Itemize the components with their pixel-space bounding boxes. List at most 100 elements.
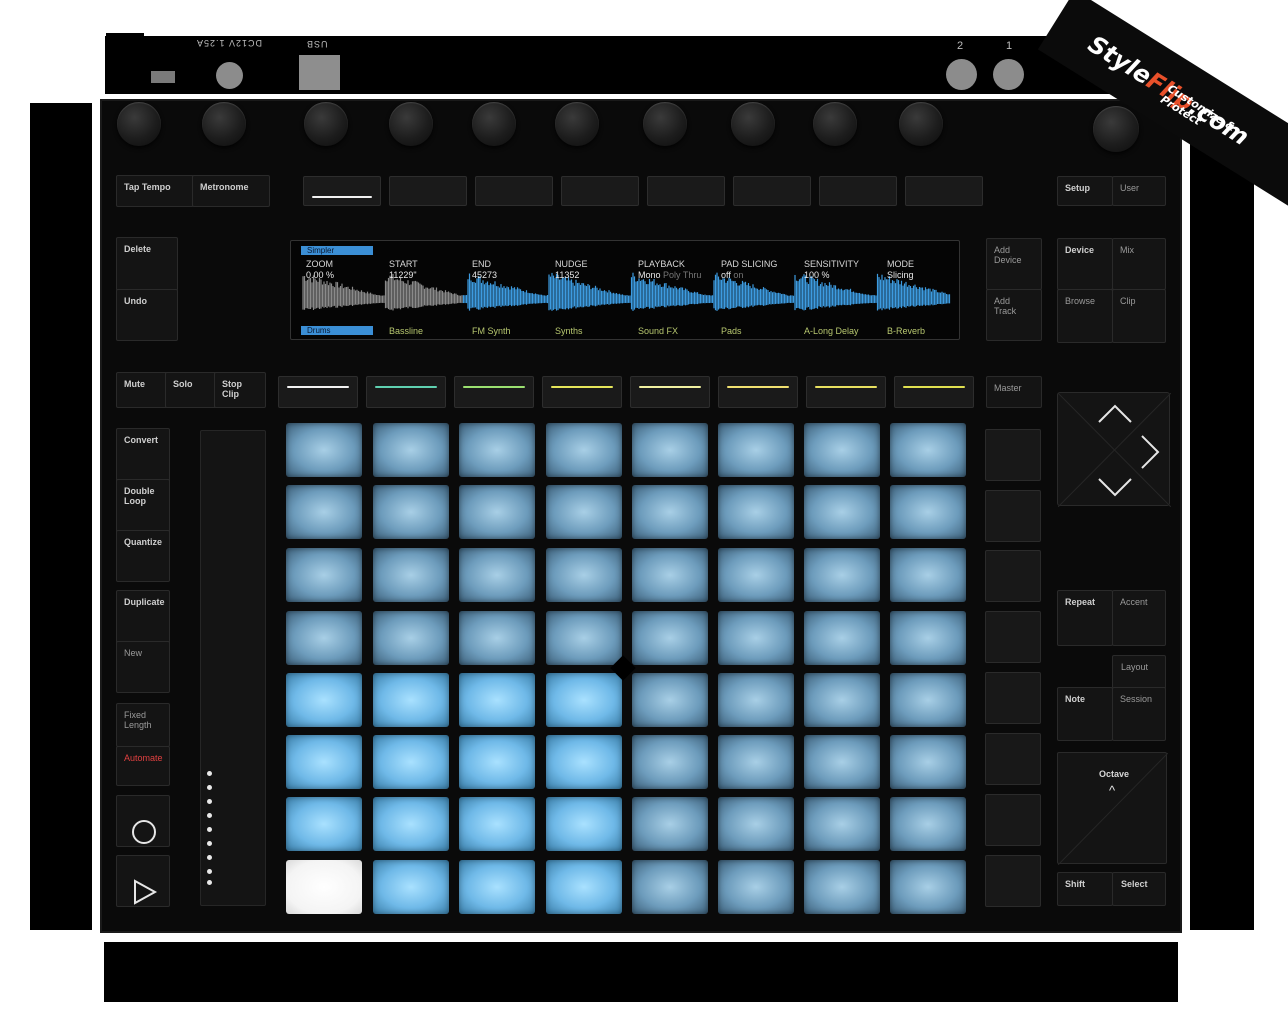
pad[interactable] xyxy=(718,611,794,665)
add-device-button[interactable]: Add Device xyxy=(986,238,1042,290)
pad[interactable] xyxy=(804,548,880,602)
track-select-button-5[interactable] xyxy=(630,376,710,408)
upper-display-button-3[interactable] xyxy=(475,176,553,206)
pad[interactable] xyxy=(459,860,535,914)
scene-button-7[interactable] xyxy=(985,794,1041,846)
pedal-1-jack[interactable] xyxy=(993,59,1024,90)
mute-button[interactable]: Mute xyxy=(116,372,168,408)
pad[interactable] xyxy=(632,423,708,477)
record-button[interactable] xyxy=(116,795,170,847)
encoder-5-knob[interactable] xyxy=(643,102,687,146)
pad[interactable] xyxy=(373,673,449,727)
double-loop-button[interactable]: Double Loop xyxy=(116,479,170,535)
pad[interactable] xyxy=(718,548,794,602)
encoder-8-knob[interactable] xyxy=(899,102,943,146)
touch-strip[interactable] xyxy=(200,430,266,906)
new-button[interactable]: New xyxy=(116,641,170,693)
pad[interactable] xyxy=(890,548,966,602)
pad[interactable] xyxy=(373,797,449,851)
upper-display-button-2[interactable] xyxy=(389,176,467,206)
pad[interactable] xyxy=(718,673,794,727)
pad[interactable] xyxy=(546,860,622,914)
pad[interactable] xyxy=(804,735,880,789)
pedal-2-jack[interactable] xyxy=(946,59,977,90)
encoder-4-knob[interactable] xyxy=(555,102,599,146)
pad[interactable] xyxy=(546,611,622,665)
scene-button-6[interactable] xyxy=(985,733,1041,785)
delete-button[interactable]: Delete xyxy=(116,237,178,291)
pad[interactable] xyxy=(286,797,362,851)
pad[interactable] xyxy=(459,735,535,789)
pad[interactable] xyxy=(890,423,966,477)
pad[interactable] xyxy=(459,797,535,851)
stop-clip-button[interactable]: Stop Clip xyxy=(214,372,266,408)
octave-button[interactable]: Octave ^ xyxy=(1057,752,1168,865)
pad[interactable] xyxy=(459,611,535,665)
mix-button[interactable]: Mix xyxy=(1112,238,1166,290)
pad[interactable] xyxy=(373,548,449,602)
play-button[interactable] xyxy=(116,855,170,907)
pad[interactable] xyxy=(804,797,880,851)
browse-button[interactable]: Browse xyxy=(1057,289,1113,343)
upper-display-button-6[interactable] xyxy=(733,176,811,206)
pad[interactable] xyxy=(718,735,794,789)
scene-button-8[interactable] xyxy=(985,855,1041,907)
pad[interactable] xyxy=(718,423,794,477)
pad[interactable] xyxy=(286,611,362,665)
pad[interactable] xyxy=(459,423,535,477)
pad[interactable] xyxy=(718,860,794,914)
pad[interactable] xyxy=(632,673,708,727)
pad[interactable] xyxy=(373,611,449,665)
pad[interactable] xyxy=(546,423,622,477)
pad[interactable] xyxy=(632,611,708,665)
track-select-button-1[interactable] xyxy=(278,376,358,408)
pad[interactable] xyxy=(459,548,535,602)
master-volume-knob[interactable] xyxy=(1093,106,1139,152)
upper-display-button-5[interactable] xyxy=(647,176,725,206)
scene-button-3[interactable] xyxy=(985,550,1041,602)
encoder-1-knob[interactable] xyxy=(304,102,348,146)
pad[interactable] xyxy=(373,735,449,789)
pad[interactable] xyxy=(804,485,880,539)
pad[interactable] xyxy=(373,485,449,539)
scene-button-5[interactable] xyxy=(985,672,1041,724)
usb-port[interactable] xyxy=(299,55,340,90)
pad[interactable] xyxy=(546,735,622,789)
track-select-button-7[interactable] xyxy=(806,376,886,408)
setup-button[interactable]: Setup xyxy=(1057,176,1113,206)
pad[interactable] xyxy=(459,673,535,727)
quantize-button[interactable]: Quantize xyxy=(116,530,170,582)
user-button[interactable]: User xyxy=(1112,176,1166,206)
device-button[interactable]: Device xyxy=(1057,238,1113,290)
pad[interactable] xyxy=(804,423,880,477)
pad[interactable] xyxy=(632,735,708,789)
tap-tempo-button[interactable]: Tap Tempo xyxy=(116,175,194,207)
shift-button[interactable]: Shift xyxy=(1057,872,1113,906)
tempo-knob[interactable] xyxy=(117,102,161,146)
upper-display-button-1[interactable] xyxy=(303,176,381,206)
encoder-7-knob[interactable] xyxy=(813,102,857,146)
upper-display-button-7[interactable] xyxy=(819,176,897,206)
encoder-6-knob[interactable] xyxy=(731,102,775,146)
solo-button[interactable]: Solo xyxy=(165,372,217,408)
pad[interactable] xyxy=(718,797,794,851)
master-button[interactable]: Master xyxy=(986,376,1042,408)
track-select-button-6[interactable] xyxy=(718,376,798,408)
scene-button-1[interactable] xyxy=(985,429,1041,481)
pad[interactable] xyxy=(546,673,622,727)
metronome-button[interactable]: Metronome xyxy=(192,175,270,207)
track-select-button-2[interactable] xyxy=(366,376,446,408)
undo-button[interactable]: Undo xyxy=(116,289,178,341)
encoder-2-knob[interactable] xyxy=(389,102,433,146)
note-button[interactable]: Note xyxy=(1057,687,1113,741)
scene-button-2[interactable] xyxy=(985,490,1041,542)
clip-button[interactable]: Clip xyxy=(1112,289,1166,343)
pad[interactable] xyxy=(890,735,966,789)
accent-button[interactable]: Accent xyxy=(1112,590,1166,646)
pad[interactable] xyxy=(890,611,966,665)
encoder-3-knob[interactable] xyxy=(472,102,516,146)
upper-display-button-4[interactable] xyxy=(561,176,639,206)
pad[interactable] xyxy=(632,485,708,539)
pad[interactable] xyxy=(890,797,966,851)
power-jack[interactable] xyxy=(216,62,243,89)
